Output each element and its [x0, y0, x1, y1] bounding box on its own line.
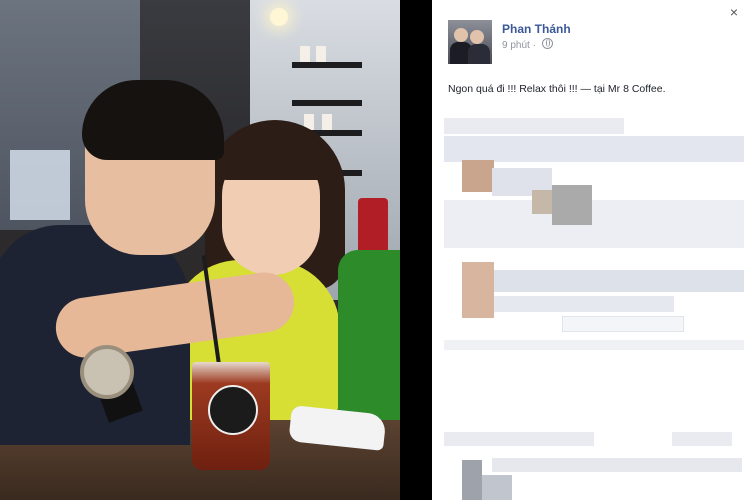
- avatar[interactable]: [448, 20, 492, 64]
- guy-hair: [82, 80, 224, 160]
- cup-logo: [208, 385, 258, 435]
- blurred-comment: [492, 458, 742, 472]
- post-photo[interactable]: [0, 0, 400, 500]
- shelf: [292, 62, 362, 68]
- author-name[interactable]: Phan Thánh: [502, 22, 571, 36]
- blurred-content: [672, 432, 732, 446]
- blurred-content: [482, 475, 512, 500]
- ceiling-lamp: [270, 8, 288, 26]
- blurred-content: [444, 432, 594, 446]
- blurred-content: [444, 200, 744, 248]
- meta-separator: ·: [532, 40, 536, 51]
- globe-icon[interactable]: [541, 38, 553, 49]
- cup: [322, 114, 332, 130]
- blurred-avatar: [462, 160, 494, 192]
- blurred-content: [552, 185, 592, 225]
- blurred-content: [444, 136, 744, 162]
- blurred-comment: [494, 270, 744, 292]
- post-panel: × Phan Thánh 9 phút · Ngon quá đi !!! Re…: [432, 0, 750, 500]
- blurred-avatar: [462, 460, 482, 500]
- cup: [316, 46, 326, 62]
- coffee-grinder: [358, 198, 388, 256]
- blurred-comment-box: [562, 316, 684, 332]
- post-time[interactable]: 9 phút: [502, 40, 530, 51]
- blurred-content: [444, 118, 624, 134]
- blurred-content: [444, 340, 744, 350]
- post-meta: 9 phút ·: [502, 38, 553, 51]
- green-bag: [338, 250, 400, 420]
- blurred-avatar: [462, 262, 494, 318]
- post-text: Ngon quá đi !!! Relax thôi !!! — tại Mr …: [448, 83, 666, 95]
- cup: [300, 46, 310, 62]
- blurred-comment: [494, 296, 674, 312]
- close-icon[interactable]: ×: [726, 4, 742, 20]
- window-light: [10, 150, 70, 220]
- shelf: [292, 100, 362, 106]
- wristwatch: [80, 345, 134, 399]
